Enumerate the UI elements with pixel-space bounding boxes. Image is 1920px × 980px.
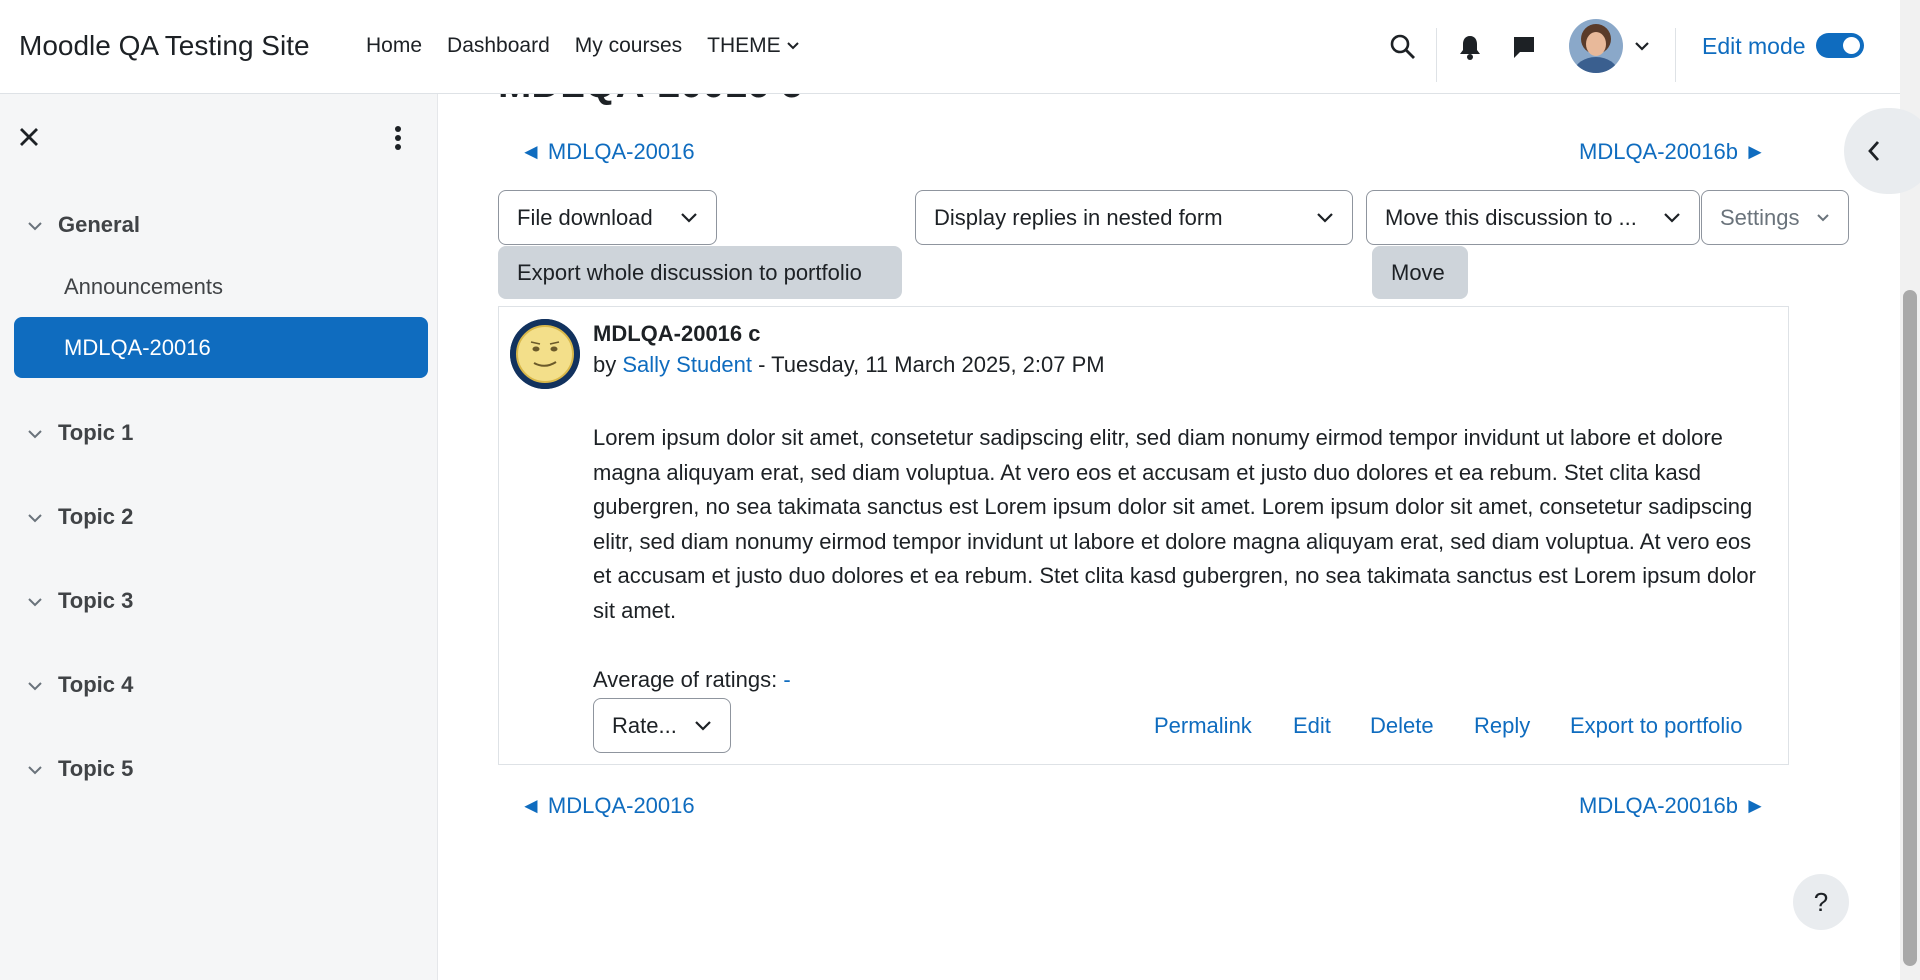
help-button[interactable]: ?: [1793, 874, 1849, 930]
drawer-item-label: MDLQA-20016: [64, 334, 211, 360]
course-index-drawer: General Announcements MDLQA-20016 Topic …: [0, 94, 438, 980]
edit-mode-toggle[interactable]: [1816, 33, 1864, 58]
file-download-select[interactable]: File download: [498, 190, 717, 245]
section-title[interactable]: Topic 3: [58, 588, 133, 614]
post-subject: MDLQA-20016 c: [593, 321, 761, 346]
close-drawer-button[interactable]: [16, 124, 42, 150]
select-label: File download: [517, 204, 653, 230]
select-label: Settings: [1720, 204, 1800, 230]
display-mode-select[interactable]: Display replies in nested form: [915, 190, 1353, 245]
rate-select[interactable]: Rate...: [593, 698, 731, 753]
edit-post-link[interactable]: Edit: [1293, 713, 1331, 739]
drawer-options-button[interactable]: [388, 124, 408, 152]
chevron-down-icon: [28, 682, 42, 691]
section-title[interactable]: Topic 2: [58, 504, 133, 530]
navbar-divider: [1436, 28, 1437, 82]
open-block-drawer-button[interactable]: [1844, 108, 1920, 194]
drawer-item-mdlqa-20016[interactable]: MDLQA-20016: [14, 317, 428, 378]
export-post-link[interactable]: Export to portfolio: [1570, 713, 1742, 739]
post-message: Lorem ipsum dolor sit amet, consetetur s…: [593, 425, 1756, 623]
drawer-item-announcements[interactable]: Announcements: [64, 274, 223, 300]
chevron-down-icon: [681, 212, 697, 223]
edit-mode-label[interactable]: Edit mode: [1702, 33, 1806, 60]
site-name[interactable]: Moodle QA Testing Site: [19, 30, 310, 62]
ratings-label: Average of ratings:: [593, 667, 784, 692]
delete-post-link[interactable]: Delete: [1370, 713, 1434, 739]
chevron-down-icon: [1317, 212, 1333, 223]
post-byline: by Sally Student - Tuesday, 11 March 202…: [593, 352, 1105, 378]
select-label: Rate...: [612, 712, 677, 738]
navbar-divider: [1675, 28, 1676, 82]
prev-discussion-link[interactable]: ◄ MDLQA-20016: [520, 139, 695, 165]
next-discussion-link-bottom[interactable]: MDLQA-20016b ►: [1579, 793, 1766, 819]
chevron-down-icon: [28, 430, 42, 439]
post-date: - Tuesday, 11 March 2025, 2:07 PM: [752, 352, 1105, 377]
author-avatar[interactable]: [510, 319, 580, 389]
export-discussion-button[interactable]: Export whole discussion to portfolio: [498, 246, 902, 299]
bell-icon: [1460, 36, 1480, 60]
user-menu-toggle[interactable]: [1632, 38, 1652, 54]
primary-nav: Home Dashboard My courses THEME: [366, 34, 825, 58]
ratings-summary: Average of ratings: -: [593, 667, 791, 693]
prev-discussion-link-bottom[interactable]: ◄ MDLQA-20016: [520, 793, 695, 819]
close-icon: [20, 128, 38, 146]
chevron-down-icon: [786, 42, 799, 50]
toggle-knob: [1843, 37, 1860, 54]
settings-select[interactable]: Settings: [1701, 190, 1849, 245]
section-title[interactable]: Topic 5: [58, 756, 133, 782]
chevron-down-icon: [1664, 212, 1680, 223]
move-button[interactable]: Move: [1372, 246, 1468, 299]
notifications-button[interactable]: [1454, 30, 1486, 64]
post-by-label: by: [593, 352, 617, 377]
select-label: Display replies in nested form: [934, 204, 1223, 230]
nav-dashboard[interactable]: Dashboard: [447, 34, 550, 58]
nav-home[interactable]: Home: [366, 34, 422, 58]
permalink-link[interactable]: Permalink: [1154, 713, 1252, 739]
chevron-down-icon: [1817, 213, 1829, 221]
next-discussion-link[interactable]: MDLQA-20016b ►: [1579, 139, 1766, 165]
chevron-down-icon: [1635, 41, 1649, 51]
search-icon: [1390, 34, 1415, 59]
nav-theme-label: THEME: [707, 34, 781, 57]
user-photo-icon: [1569, 19, 1623, 73]
forum-post: MDLQA-20016 c by Sally Student - Tuesday…: [498, 306, 1789, 765]
ratings-value-link[interactable]: -: [783, 667, 790, 692]
smiley-avatar-icon: [510, 319, 580, 389]
section-title[interactable]: General: [58, 212, 140, 238]
user-avatar[interactable]: [1569, 19, 1623, 73]
select-label: Move this discussion to ...: [1385, 204, 1637, 230]
chevron-down-icon: [28, 766, 42, 775]
move-discussion-select[interactable]: Move this discussion to ...: [1366, 190, 1700, 245]
chevron-down-icon: [28, 598, 42, 607]
nav-my-courses[interactable]: My courses: [575, 34, 682, 58]
post-author-link[interactable]: Sally Student: [622, 352, 752, 377]
chevron-down-icon: [695, 720, 711, 731]
nav-theme[interactable]: THEME: [707, 34, 800, 58]
section-title[interactable]: Topic 4: [58, 672, 133, 698]
top-navbar: Moodle QA Testing Site Home Dashboard My…: [0, 0, 1900, 94]
scrollbar-thumb[interactable]: [1903, 290, 1917, 966]
chevron-left-icon: [1868, 141, 1880, 161]
chevron-down-icon: [28, 222, 42, 231]
chat-icon: [1514, 37, 1534, 58]
kebab-menu-icon: [395, 126, 401, 150]
chevron-down-icon: [28, 514, 42, 523]
reply-post-link[interactable]: Reply: [1474, 713, 1530, 739]
section-title[interactable]: Topic 1: [58, 420, 133, 446]
messages-button[interactable]: [1508, 30, 1540, 64]
search-button[interactable]: [1386, 30, 1420, 64]
